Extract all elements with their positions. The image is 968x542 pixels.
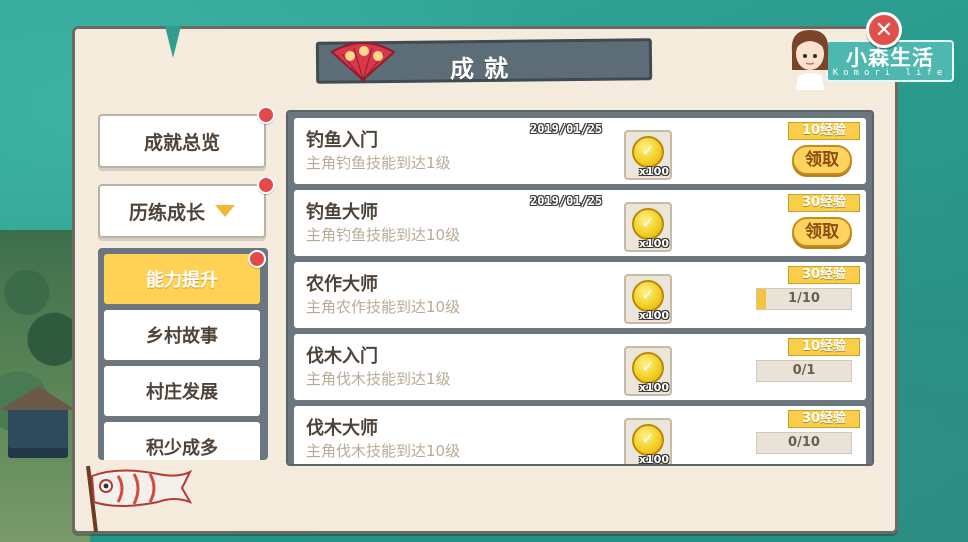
exp-badge: 30经验 <box>788 410 860 428</box>
achievement-desc: 主角钓鱼技能到达10级 <box>306 226 461 244</box>
notification-dot <box>257 106 275 124</box>
exp-badge: 30经验 <box>788 194 860 212</box>
sub-item-label: 积少成多 <box>146 438 218 459</box>
achievement-desc: 主角伐木技能到达1级 <box>306 370 451 388</box>
progress-bar: 0/1 <box>756 360 852 382</box>
coin-icon <box>632 136 664 168</box>
achievement-name: 钓鱼大师 <box>306 202 378 223</box>
coin-icon <box>632 208 664 240</box>
coin-reward: x100 <box>624 274 672 324</box>
claim-button[interactable]: 领取 <box>792 145 852 175</box>
coin-reward: x100 <box>624 346 672 396</box>
sidebar-item-overview[interactable]: 成就总览 <box>98 114 266 168</box>
achievement-row: 伐木入门 主角伐木技能到达1级 x100 10经验 0/1 <box>294 334 866 400</box>
sub-item-label: 乡村故事 <box>146 326 218 347</box>
chevron-down-icon <box>215 205 235 217</box>
achievement-desc: 主角农作技能到达10级 <box>306 298 461 316</box>
girl-avatar-icon <box>791 30 829 90</box>
achievement-date: 2019/01/25 <box>530 122 603 136</box>
sidebar-item-growth[interactable]: 历练成长 <box>98 184 266 238</box>
coin-reward: x100 <box>624 202 672 252</box>
exp-badge: 10经验 <box>788 122 860 140</box>
achievement-name: 钓鱼入门 <box>306 130 378 151</box>
reward-quantity: x100 <box>638 165 669 178</box>
progress-text: 0/1 <box>792 363 816 378</box>
progress-bar: 1/10 <box>756 288 852 310</box>
sub-item-village-story[interactable]: 乡村故事 <box>104 310 260 360</box>
coin-icon <box>632 352 664 384</box>
sub-item-label: 村庄发展 <box>146 382 218 403</box>
achievement-name: 农作大师 <box>306 274 378 295</box>
progress-text: 1/10 <box>788 291 820 306</box>
exp-badge: 10经验 <box>788 338 860 356</box>
sidebar-sub-list: 能力提升 乡村故事 村庄发展 积少成多 <box>98 248 268 460</box>
achievement-row: 农作大师 主角农作技能到达10级 x100 30经验 1/10 <box>294 262 866 328</box>
reward-quantity: x100 <box>638 237 669 250</box>
coin-icon <box>632 424 664 456</box>
progress-text: 0/10 <box>788 435 820 450</box>
close-button[interactable]: ✕ <box>866 12 902 48</box>
sub-item-village-development[interactable]: 村庄发展 <box>104 366 260 416</box>
coin-reward: x100 <box>624 130 672 180</box>
sidebar-item-label: 历练成长 <box>128 201 205 224</box>
fan-icon <box>330 42 396 82</box>
notification-dot <box>248 250 266 268</box>
exp-badge: 30经验 <box>788 266 860 284</box>
claim-button[interactable]: 领取 <box>792 217 852 247</box>
achievement-date: 2019/01/25 <box>530 194 603 208</box>
achievement-row: 钓鱼入门 主角钓鱼技能到达1级 2019/01/25 x100 10经验 领取 <box>294 118 866 184</box>
achievement-row: 钓鱼大师 主角钓鱼技能到达10级 2019/01/25 x100 30经验 领取 <box>294 190 866 256</box>
coin-icon <box>632 280 664 312</box>
reward-quantity: x100 <box>638 309 669 322</box>
achievement-name: 伐木入门 <box>306 346 378 367</box>
achievement-desc: 主角钓鱼技能到达1级 <box>306 154 451 172</box>
sidebar-item-label: 成就总览 <box>143 131 220 154</box>
notification-dot <box>257 176 275 194</box>
reward-quantity: x100 <box>638 453 669 466</box>
close-x-icon: ✕ <box>874 17 894 43</box>
coin-reward: x100 <box>624 418 672 466</box>
sub-item-ability[interactable]: 能力提升 <box>104 254 260 304</box>
achievement-desc: 主角伐木技能到达10级 <box>306 442 461 460</box>
progress-bar: 0/10 <box>756 432 852 454</box>
sub-item-accumulate[interactable]: 积少成多 <box>104 422 260 460</box>
achievement-name: 伐木大师 <box>306 418 378 439</box>
hut-background <box>0 386 76 458</box>
logo-subtitle: Komori life <box>832 68 948 78</box>
carp-streamer-icon <box>86 465 193 533</box>
reward-quantity: x100 <box>638 381 669 394</box>
achievement-list[interactable]: 钓鱼入门 主角钓鱼技能到达1级 2019/01/25 x100 10经验 领取 … <box>286 110 874 466</box>
achievement-row: 伐木大师 主角伐木技能到达10级 x100 30经验 0/10 <box>294 406 866 466</box>
sub-item-label: 能力提升 <box>146 270 218 291</box>
